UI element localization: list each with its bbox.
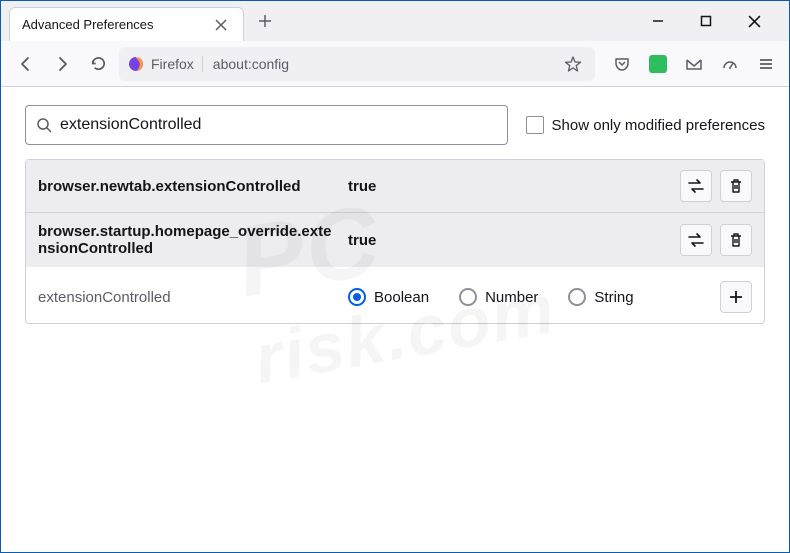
radio-boolean[interactable]: Boolean bbox=[348, 288, 429, 306]
radio-label: Number bbox=[485, 289, 538, 306]
pref-row[interactable]: browser.startup.homepage_override.extens… bbox=[26, 212, 764, 267]
search-box[interactable] bbox=[25, 105, 508, 145]
preferences-table: browser.newtab.extensionControlled true … bbox=[25, 159, 765, 324]
search-input[interactable] bbox=[60, 116, 497, 134]
dashboard-icon[interactable] bbox=[717, 51, 743, 77]
radio-label: String bbox=[594, 289, 633, 306]
evernote-icon[interactable] bbox=[645, 51, 671, 77]
toggle-button[interactable] bbox=[680, 170, 712, 202]
back-button[interactable] bbox=[11, 49, 41, 79]
tab-title: Advanced Preferences bbox=[22, 17, 211, 32]
close-window-button[interactable] bbox=[739, 6, 769, 36]
pref-value: true bbox=[348, 178, 670, 195]
pref-value: true bbox=[348, 232, 670, 249]
pref-row[interactable]: browser.newtab.extensionControlled true bbox=[26, 160, 764, 212]
pref-name: browser.newtab.extensionControlled bbox=[38, 178, 338, 195]
title-bar: Advanced Preferences bbox=[1, 1, 789, 41]
pref-name: browser.startup.homepage_override.extens… bbox=[38, 223, 338, 257]
radio-number[interactable]: Number bbox=[459, 288, 538, 306]
add-button[interactable] bbox=[720, 281, 752, 313]
new-pref-row: extensionControlled Boolean Number Strin… bbox=[26, 267, 764, 323]
reload-button[interactable] bbox=[83, 49, 113, 79]
radio-string[interactable]: String bbox=[568, 288, 633, 306]
pocket-icon[interactable] bbox=[609, 51, 635, 77]
minimize-button[interactable] bbox=[643, 6, 673, 36]
search-icon bbox=[36, 117, 52, 133]
firefox-icon bbox=[127, 55, 145, 73]
urlbar-url-text: about:config bbox=[209, 56, 553, 72]
close-tab-icon[interactable] bbox=[211, 15, 231, 35]
nav-toolbar: Firefox about:config bbox=[1, 41, 789, 87]
radio-label: Boolean bbox=[374, 289, 429, 306]
content-area: Show only modified preferences browser.n… bbox=[1, 87, 789, 342]
delete-button[interactable] bbox=[720, 224, 752, 256]
toggle-button[interactable] bbox=[680, 224, 712, 256]
urlbar-brand-label: Firefox bbox=[151, 56, 203, 72]
maximize-button[interactable] bbox=[691, 6, 721, 36]
show-modified-checkbox[interactable]: Show only modified preferences bbox=[526, 116, 765, 134]
bookmark-star-icon[interactable] bbox=[559, 50, 587, 78]
delete-button[interactable] bbox=[720, 170, 752, 202]
forward-button[interactable] bbox=[47, 49, 77, 79]
radio-icon bbox=[348, 288, 366, 306]
show-modified-label: Show only modified preferences bbox=[552, 117, 765, 134]
mail-icon[interactable] bbox=[681, 51, 707, 77]
checkbox-icon bbox=[526, 116, 544, 134]
new-pref-name: extensionControlled bbox=[38, 289, 338, 306]
new-tab-button[interactable] bbox=[250, 6, 280, 36]
type-radio-group: Boolean Number String bbox=[348, 288, 710, 306]
url-bar[interactable]: Firefox about:config bbox=[119, 47, 595, 81]
radio-icon bbox=[568, 288, 586, 306]
app-menu-icon[interactable] bbox=[753, 51, 779, 77]
browser-tab[interactable]: Advanced Preferences bbox=[9, 7, 244, 41]
radio-icon bbox=[459, 288, 477, 306]
